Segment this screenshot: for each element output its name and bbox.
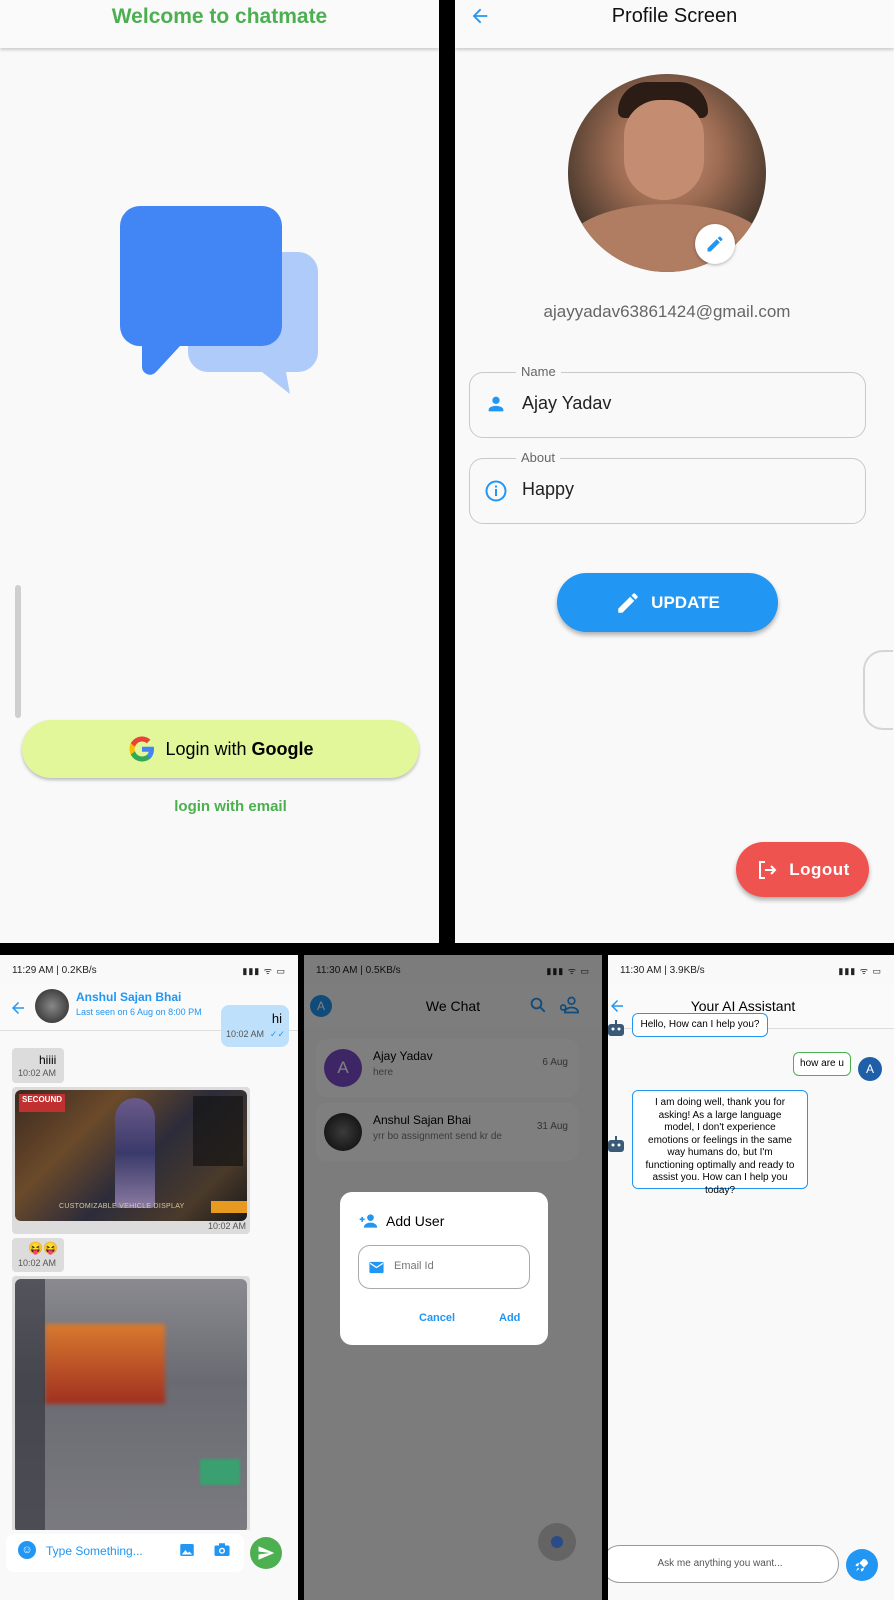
user-message[interactable]: how are u xyxy=(793,1052,851,1076)
ai-screen: 11:30 AM | 3.9KB/s ▮▮▮ ᯤ ▭ Your AI Assis… xyxy=(608,955,894,1600)
bot-message[interactable]: I am doing well, thank you for asking! A… xyxy=(632,1090,808,1196)
email-placeholder: Email Id xyxy=(394,1260,434,1272)
ai-input-placeholder: Ask me anything you want... xyxy=(657,1558,783,1569)
edit-icon xyxy=(618,592,638,613)
login-screen: Welcome to chatmate Login with Google lo… xyxy=(0,0,439,943)
login-app-bar: Welcome to chatmate xyxy=(0,0,439,48)
status-bar: 11:29 AM | 0.2KB/s ▮▮▮ ᯤ ▭ xyxy=(0,955,298,985)
send-button[interactable] xyxy=(250,1537,282,1569)
bot-icon xyxy=(608,1020,624,1036)
new-chat-fab[interactable] xyxy=(538,1523,576,1561)
contact-avatar[interactable] xyxy=(35,989,69,1023)
message-text: hiiii xyxy=(39,1053,57,1067)
name-field-label: Name xyxy=(516,364,561,379)
status-icons: ▮▮▮ ᯤ ▭ xyxy=(838,965,882,976)
ai-send-button[interactable] xyxy=(846,1549,878,1581)
gallery-icon[interactable] xyxy=(178,1541,196,1559)
about-field[interactable]: About Happy xyxy=(469,450,866,524)
chat-logo-icon xyxy=(119,206,318,394)
emoji-icon[interactable]: ☺ xyxy=(18,1541,36,1559)
image-message[interactable]: SECOUND CUSTOMIZABLE VEHICLE DISPLAY 10:… xyxy=(12,1087,250,1234)
chat-screen: 11:29 AM | 0.2KB/s ▮▮▮ ᯤ ▭ Anshul Sajan … xyxy=(0,955,298,1600)
name-field[interactable]: Name Ajay Yadav xyxy=(469,364,866,438)
message-text: hi xyxy=(271,1011,282,1026)
edit-pencil-icon xyxy=(707,236,723,252)
message-time: 10:02 AM xyxy=(226,1029,265,1039)
home-screen: 11:30 AM | 0.5KB/s ▮▮▮ ᯤ ▭ A We Chat A A… xyxy=(304,955,602,1600)
message-in[interactable]: 😝😝 10:02 AM xyxy=(12,1238,64,1272)
message-time: 10:02 AM xyxy=(18,1258,57,1268)
status-icons: ▮▮▮ ᯤ ▭ xyxy=(242,965,286,976)
message-time: 10:02 AM xyxy=(207,1221,246,1231)
status-bar: 11:30 AM | 3.9KB/s ▮▮▮ ᯤ ▭ xyxy=(608,955,894,985)
image-message[interactable] xyxy=(12,1276,250,1536)
ai-title: Your AI Assistant xyxy=(690,998,796,1014)
bot-icon xyxy=(608,1136,624,1152)
logout-button[interactable]: Logout xyxy=(736,842,869,897)
game-screenshot[interactable]: SECOUND CUSTOMIZABLE VEHICLE DISPLAY xyxy=(15,1090,247,1221)
google-login-label: Login with xyxy=(165,738,252,759)
logout-icon xyxy=(759,860,777,879)
profile-app-bar: Profile Screen xyxy=(455,0,894,48)
google-login-button[interactable]: Login with Google xyxy=(22,720,419,778)
name-field-value: Ajay Yadav xyxy=(522,393,612,413)
profile-email: ajayyadav63861424@gmail.com xyxy=(543,302,791,321)
google-icon xyxy=(129,736,155,762)
info-icon xyxy=(485,480,507,502)
ai-input[interactable]: Ask me anything you want... xyxy=(608,1545,839,1583)
edit-photo-button[interactable] xyxy=(695,224,735,264)
message-input-placeholder: Type Something... xyxy=(46,1544,143,1558)
status-time: 11:30 AM | 3.9KB/s xyxy=(620,964,705,976)
message-text: I am doing well, thank you for asking! A… xyxy=(645,1097,795,1196)
cancel-button[interactable]: Cancel xyxy=(419,1312,455,1324)
game-banner: CUSTOMIZABLE VEHICLE DISPLAY xyxy=(59,1203,185,1210)
user-avatar: A xyxy=(858,1057,882,1081)
email-login-link[interactable]: login with email xyxy=(0,798,439,815)
email-icon xyxy=(369,1261,384,1274)
message-in[interactable]: hiiii 10:02 AM xyxy=(12,1048,64,1083)
send-icon xyxy=(258,1546,275,1560)
update-button[interactable]: UPDATE xyxy=(557,573,778,632)
add-comment-icon xyxy=(551,1536,563,1548)
login-title: Welcome to chatmate xyxy=(111,5,328,28)
profile-screen: Profile Screen ajayyadav63861424@gmail.c… xyxy=(455,0,894,943)
message-input-bar: ☺ Type Something... xyxy=(0,1530,298,1600)
dialog-title: Add User xyxy=(386,1213,445,1229)
about-field-value: Happy xyxy=(522,479,575,499)
last-seen: Last seen on 6 Aug on 8:00 PM xyxy=(76,1007,202,1017)
profile-avatar xyxy=(568,74,766,272)
update-label: UPDATE xyxy=(651,592,720,612)
message-text: Hello, How can I help you? xyxy=(640,1019,760,1030)
message-time: 10:02 AM xyxy=(18,1068,57,1078)
back-arrow-icon[interactable] xyxy=(9,999,27,1017)
add-user-dialog: Add User Email Id Cancel Add xyxy=(340,1192,548,1345)
person-icon xyxy=(488,396,504,412)
contact-name[interactable]: Anshul Sajan Bhai xyxy=(76,990,181,1004)
google-login-bold: Google xyxy=(251,738,314,759)
message-text: how are u xyxy=(800,1058,844,1069)
person-add-icon xyxy=(359,1214,378,1228)
rocket-icon xyxy=(855,1559,868,1572)
logout-label: Logout xyxy=(789,859,850,879)
scroll-indicator[interactable] xyxy=(15,585,21,718)
blurry-photo[interactable] xyxy=(15,1279,247,1533)
message-text: 😝😝 xyxy=(28,1241,58,1255)
camera-icon[interactable] xyxy=(213,1541,231,1559)
status-time: 11:29 AM | 0.2KB/s xyxy=(12,964,97,976)
bot-message[interactable]: Hello, How can I help you? xyxy=(632,1013,768,1037)
double-check-icon: ✓✓ xyxy=(269,1029,285,1039)
email-input[interactable]: Email Id xyxy=(358,1245,530,1289)
about-field-label: About xyxy=(516,450,560,465)
profile-title: Profile Screen xyxy=(611,5,738,27)
scroll-edge-handle xyxy=(863,650,893,730)
message-out[interactable]: hi 10:02 AM ✓✓ xyxy=(221,1005,289,1047)
add-button[interactable]: Add xyxy=(499,1312,520,1324)
